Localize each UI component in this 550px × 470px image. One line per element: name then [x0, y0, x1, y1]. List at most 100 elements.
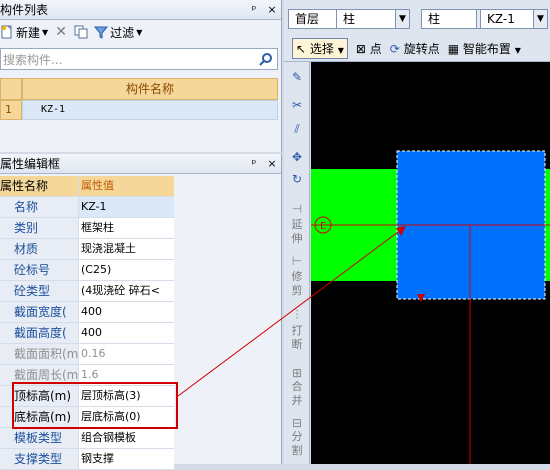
search-input[interactable]: 搜索构件... — [0, 48, 278, 70]
filter-label: 过滤 — [110, 25, 135, 40]
cursor-icon: ↖ — [296, 42, 307, 56]
property-value: 0.16 — [78, 344, 174, 364]
table-row[interactable]: 截面高度( 400 — [0, 323, 174, 344]
table-row[interactable]: 类别 框架柱 — [0, 218, 174, 239]
new-label: 新建 — [16, 25, 41, 40]
rotate-icon[interactable]: ↻ — [288, 172, 306, 186]
category-select[interactable]: 柱 ▼ — [336, 9, 410, 29]
property-name: 模板类型 — [0, 428, 78, 448]
axis-label: E — [320, 221, 326, 232]
drawing-toolbar: 首层 ▼ 柱 ▼ 柱 ▼ KZ-1 ▼ ↖ 选择 ▼ ⊠ 点 ⟳ 旋转点 ▦ 智… — [284, 0, 550, 62]
scissors-icon[interactable]: ✂ — [288, 98, 306, 112]
point-icon: ⊠ — [355, 42, 366, 56]
table-row[interactable]: 砼标号 (C25) — [0, 260, 174, 281]
property-name: 截面宽度( — [0, 302, 78, 322]
split-icon[interactable]: ⊟ — [288, 416, 306, 430]
property-name: 支撑类型 — [0, 449, 78, 469]
rotate-point-button[interactable]: ⟳ 旋转点 — [390, 40, 440, 57]
table-row[interactable]: 名称 KZ-1 — [0, 197, 174, 218]
new-icon — [0, 25, 14, 39]
select-label: 选择 — [309, 42, 334, 56]
property-value[interactable]: KZ-1 — [78, 197, 174, 217]
drawing-canvas[interactable]: E — [311, 62, 550, 464]
column-header-name[interactable]: 构件名称 — [22, 78, 278, 100]
row-index: 1 — [0, 100, 22, 120]
property-name-header: 属性名称 — [0, 176, 78, 196]
merge-icon[interactable]: ⊞ — [288, 366, 306, 380]
copy-icon[interactable] — [74, 25, 88, 39]
table-row[interactable]: 截面宽度( 400 — [0, 302, 174, 323]
floor-value: 首层 — [295, 12, 320, 26]
property-value[interactable]: 现浇混凝土 — [78, 239, 174, 259]
merge-label[interactable]: 合并 — [289, 380, 305, 408]
property-value-header: 属性值 — [78, 176, 174, 196]
row-header-corner — [0, 78, 22, 100]
chevron-down-icon[interactable]: ▼ — [533, 10, 547, 28]
pin-icon[interactable]: ᵖ — [245, 3, 263, 16]
component-list-titlebar: 构件列表 ᵖ × — [0, 0, 281, 20]
component-value: KZ-1 — [487, 12, 515, 26]
close-icon[interactable]: × — [263, 3, 281, 16]
rotate-icon: ⟳ — [389, 42, 400, 56]
move-icon[interactable]: ✥ — [288, 150, 306, 164]
break-label[interactable]: 打断 — [289, 324, 305, 352]
new-button[interactable]: 新建 ▼ — [0, 24, 48, 41]
split-label[interactable]: 分割 — [289, 430, 305, 458]
component-list-panel: 构件列表 ᵖ × 新建 ▼ ✕ 过滤 ▼ 搜索构件... 构件名称 1 KZ-1 — [0, 0, 282, 152]
table-row[interactable]: 截面面积(m 0.16 — [0, 344, 174, 365]
property-value[interactable]: (C25) — [78, 260, 174, 280]
component-name-cell[interactable]: KZ-1 — [22, 100, 278, 120]
component-list-title: 构件列表 — [0, 3, 49, 17]
edit-tool-strip: ✎ ✂ ⫽ ✥ ↻ ⊣ 延伸 ⊢ 修剪 ⫶ 打断 ⊞ 合并 ⊟ 分割 — [284, 62, 310, 464]
pencil-icon[interactable]: ✎ — [288, 70, 306, 84]
smart-layout-label: 智能布置 — [462, 42, 511, 56]
search-placeholder: 搜索构件... — [3, 52, 63, 67]
property-value[interactable]: 组合钢模板 — [78, 428, 174, 448]
trim-icon[interactable]: ⊢ — [288, 254, 306, 268]
extend-label[interactable]: 延伸 — [289, 218, 305, 246]
point-label: 点 — [369, 42, 382, 56]
property-value[interactable]: 400 — [78, 302, 174, 322]
chevron-down-icon: ▼ — [514, 46, 521, 55]
canvas-drawing: E — [311, 150, 550, 464]
property-name: 砼标号 — [0, 260, 78, 280]
table-row[interactable]: 材质 现浇混凝土 — [0, 239, 174, 260]
property-value[interactable]: 钢支撑 — [78, 449, 174, 469]
property-value[interactable]: 框架柱 — [78, 218, 174, 238]
table-row[interactable]: 砼类型 (4现浇砼 碎石< — [0, 281, 174, 302]
type-value: 柱 — [428, 12, 441, 26]
component-grid-header: 构件名称 — [0, 78, 278, 100]
table-row[interactable]: 支撑类型 钢支撑 — [0, 449, 174, 470]
property-editor-title: 属性编辑框 — [0, 157, 61, 171]
pin-icon[interactable]: ᵖ — [245, 157, 263, 170]
break-icon[interactable]: ⫶ — [288, 308, 306, 323]
annotation-highlight-box — [12, 382, 178, 429]
mirror-icon[interactable]: ⫽ — [288, 122, 306, 137]
filter-button[interactable]: 过滤 ▼ — [94, 24, 142, 41]
component-select[interactable]: KZ-1 ▼ — [480, 9, 548, 29]
filter-icon — [94, 25, 109, 39]
close-icon[interactable]: × — [263, 157, 281, 170]
delete-icon[interactable]: ✕ — [54, 24, 68, 40]
select-button[interactable]: ↖ 选择 ▼ — [292, 38, 348, 59]
search-icon[interactable] — [259, 52, 273, 69]
property-name: 类别 — [0, 218, 78, 238]
trim-label[interactable]: 修剪 — [289, 270, 305, 298]
extend-icon[interactable]: ⊣ — [288, 202, 306, 216]
chevron-down-icon[interactable]: ▼ — [395, 10, 409, 28]
table-row[interactable]: 1 KZ-1 — [0, 100, 278, 120]
property-header-row: 属性名称 属性值 — [0, 176, 174, 197]
property-editor-titlebar: 属性编辑框 ᵖ × — [0, 154, 281, 174]
property-name: 名称 — [0, 197, 78, 217]
chevron-down-icon: ▼ — [42, 27, 49, 37]
property-name: 砼类型 — [0, 281, 78, 301]
rotate-point-label: 旋转点 — [403, 42, 440, 56]
point-button[interactable]: ⊠ 点 — [356, 40, 382, 57]
property-value[interactable]: 400 — [78, 323, 174, 343]
property-name: 截面高度( — [0, 323, 78, 343]
property-value[interactable]: (4现浇砼 碎石< — [78, 281, 174, 301]
table-row[interactable]: 模板类型 组合钢模板 — [0, 428, 174, 449]
grid-icon: ▦ — [447, 42, 460, 56]
smart-layout-button[interactable]: ▦ 智能布置 ▼ — [448, 40, 521, 57]
property-name: 材质 — [0, 239, 78, 259]
